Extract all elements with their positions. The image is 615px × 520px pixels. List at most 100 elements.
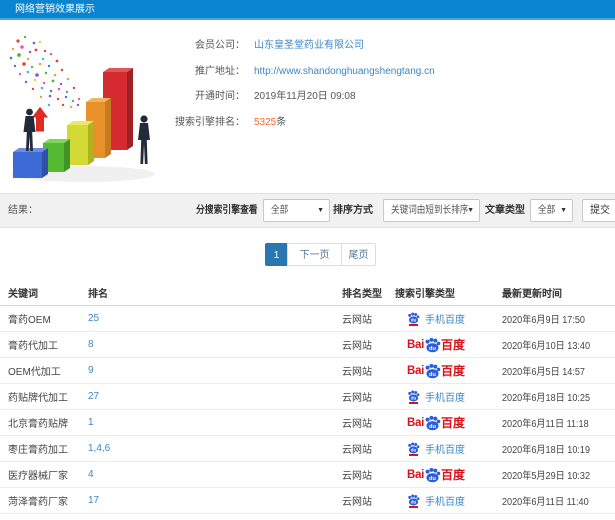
- result-label: 结果：: [8, 205, 38, 216]
- keyword-cell: 北京膏药贴牌: [8, 419, 68, 430]
- col-rank-type: 排名类型: [342, 289, 382, 300]
- mobile-baidu-logo: du 手机百度: [407, 389, 465, 404]
- rank-cell[interactable]: 27: [88, 391, 342, 402]
- baidu-paw-icon: du: [408, 442, 420, 454]
- engine-cell: Bai du 百度: [395, 362, 502, 379]
- rank-type-cell: 云网站: [342, 341, 372, 352]
- baidu-paw-icon: du: [425, 337, 441, 353]
- svg-text:du: du: [411, 448, 417, 453]
- baidu-logo: Bai du 百度: [407, 467, 466, 483]
- keyword-cell: 药贴牌代加工: [8, 393, 68, 404]
- sort-label: 排序方式: [333, 205, 373, 216]
- baidu-paw-icon: du: [425, 467, 441, 483]
- svg-text:du: du: [429, 424, 436, 430]
- open-time-value: 2019年11月20日 09:08: [254, 91, 356, 102]
- info-row-rank-count: 搜索引擎排名： 5325条: [0, 116, 615, 130]
- bar-blue: [13, 148, 48, 178]
- baidu-logo: Bai du 百度: [407, 415, 466, 431]
- company-label: 会员公司：: [195, 40, 245, 51]
- submit-button[interactable]: 提交: [582, 199, 615, 222]
- chevron-down-icon: ▼: [560, 207, 567, 214]
- pagination: 1 下一页 尾页: [265, 243, 376, 266]
- baidu-paw-icon: du: [425, 415, 441, 431]
- rank-type-cell: 云网站: [342, 445, 372, 456]
- rank-type-cell: 云网站: [342, 471, 372, 482]
- growth-chart-illustration: [9, 35, 155, 182]
- keyword-cell: 枣庄膏药加工: [8, 445, 68, 456]
- engine-cell: Bai du 百度: [395, 466, 502, 483]
- mobile-baidu-logo: du 手机百度: [407, 493, 465, 508]
- updated-cell: 2020年6月5日 14:57: [502, 367, 585, 378]
- updated-cell: 2020年6月9日 17:50: [502, 315, 585, 326]
- keyword-cell: 菏泽膏药厂家: [8, 497, 68, 508]
- engine-cell: du 手机百度: [395, 389, 502, 404]
- info-row-url: 推广地址： http://www.shandonghuangshengtang.…: [0, 65, 615, 79]
- sort-select[interactable]: 关键词由短到长排序 ▼: [383, 199, 480, 222]
- updated-cell: 2020年6月18日 10:19: [502, 445, 591, 456]
- keyword-cell: 膏药OEM: [8, 315, 51, 326]
- col-engine-type: 搜索引擎类型: [395, 289, 455, 300]
- table-row: 药贴牌代加工 27 云网站 du 手机百度 2020年6月18日 10:25: [0, 384, 615, 410]
- rank-cell[interactable]: 9: [88, 365, 342, 376]
- next-page-button[interactable]: 下一页: [287, 243, 342, 266]
- table-row: 菏泽膏药厂家 17 云网站 du 手机百度 2020年6月11日 11:40: [0, 488, 615, 514]
- rank-cell[interactable]: 8: [88, 339, 342, 350]
- rank-type-cell: 云网站: [342, 393, 372, 404]
- rank-cell[interactable]: 1,4,6: [88, 443, 342, 454]
- svg-text:du: du: [411, 318, 417, 323]
- mobile-baidu-logo: du 手机百度: [407, 311, 465, 326]
- table-row: 医疗器械厂家 4 云网站 Bai du 百度 2020年5月29日 10:32: [0, 462, 615, 488]
- engine-cell: du 手机百度: [395, 441, 502, 456]
- engine-cell: du 手机百度: [395, 311, 502, 326]
- table-row: OEM代加工 9 云网站 Bai du 百度 2020年6月5日 14:57: [0, 358, 615, 384]
- rank-cell[interactable]: 4: [88, 469, 342, 480]
- svg-text:du: du: [429, 372, 436, 378]
- table-header-row: 关键词 排名 排名类型 搜索引擎类型 最新更新时间: [0, 280, 615, 306]
- engine-filter-label: 分搜索引擎查看: [196, 205, 258, 216]
- article-type-label: 文章类型: [485, 205, 525, 216]
- baidu-paw-icon: du: [408, 494, 420, 506]
- promo-url-label: 推广地址：: [195, 66, 245, 77]
- col-keyword: 关键词: [8, 289, 38, 300]
- keyword-cell: 膏药代加工: [8, 341, 58, 352]
- table-row: 膏药OEM 25 云网站 du 手机百度 2020年6月9日 17:50: [0, 306, 615, 332]
- chevron-down-icon: ▼: [317, 207, 324, 214]
- table-row: 北京膏药贴牌 1 云网站 Bai du 百度 2020年6月11日 11:18: [0, 410, 615, 436]
- updated-cell: 2020年5月29日 10:32: [502, 471, 591, 482]
- engine-select[interactable]: 全部 ▼: [263, 199, 330, 222]
- chevron-down-icon: ▼: [467, 207, 474, 214]
- title-bar: 网络营销效果展示: [0, 0, 615, 20]
- col-updated: 最新更新时间: [502, 289, 562, 300]
- rank-cell[interactable]: 1: [88, 417, 342, 428]
- svg-text:du: du: [411, 500, 417, 505]
- svg-text:du: du: [429, 476, 436, 482]
- mobile-baidu-logo: du 手机百度: [407, 441, 465, 456]
- rank-cell[interactable]: 25: [88, 313, 342, 324]
- last-page-button[interactable]: 尾页: [341, 243, 376, 266]
- filter-bar: 结果： 分搜索引擎查看 全部 ▼ 排序方式 关键词由短到长排序 ▼ 文章类型 全部 ▼…: [0, 193, 615, 228]
- updated-cell: 2020年6月18日 10:25: [502, 393, 591, 404]
- table-row: 膏药代加工 8 云网站 Bai du 百度 2020年6月10日 13:40: [0, 332, 615, 358]
- keyword-cell: OEM代加工: [8, 367, 61, 378]
- open-time-label: 开通时间：: [195, 91, 245, 102]
- updated-cell: 2020年6月11日 11:18: [502, 419, 589, 430]
- page-1-button[interactable]: 1: [265, 243, 288, 266]
- rank-type-cell: 云网站: [342, 419, 372, 430]
- rank-type-cell: 云网站: [342, 367, 372, 378]
- rank-count-value: 5325条: [254, 117, 287, 128]
- table-row: 枣庄膏药加工 1,4,6 云网站 du 手机百度 2020年6月18日 10:19: [0, 436, 615, 462]
- info-row-company: 会员公司： 山东皇圣堂药业有限公司: [0, 39, 615, 53]
- company-link[interactable]: 山东皇圣堂药业有限公司: [254, 39, 364, 53]
- baidu-logo: Bai du 百度: [407, 337, 466, 353]
- svg-text:du: du: [411, 396, 417, 401]
- table-body: 膏药OEM 25 云网站 du 手机百度 2020年6月9日 17:50 膏药代加…: [0, 306, 615, 514]
- article-type-select[interactable]: 全部 ▼: [530, 199, 573, 222]
- updated-cell: 2020年6月10日 13:40: [502, 341, 591, 352]
- rank-type-cell: 云网站: [342, 315, 372, 326]
- results-table: 关键词 排名 排名类型 搜索引擎类型 最新更新时间 膏药OEM 25 云网站 d…: [0, 280, 615, 514]
- keyword-cell: 医疗器械厂家: [8, 471, 68, 482]
- rank-cell[interactable]: 17: [88, 495, 342, 506]
- page-title: 网络营销效果展示: [15, 4, 95, 15]
- baidu-paw-icon: du: [408, 390, 420, 402]
- promo-url-link[interactable]: http://www.shandonghuangshengtang.cn: [254, 65, 435, 79]
